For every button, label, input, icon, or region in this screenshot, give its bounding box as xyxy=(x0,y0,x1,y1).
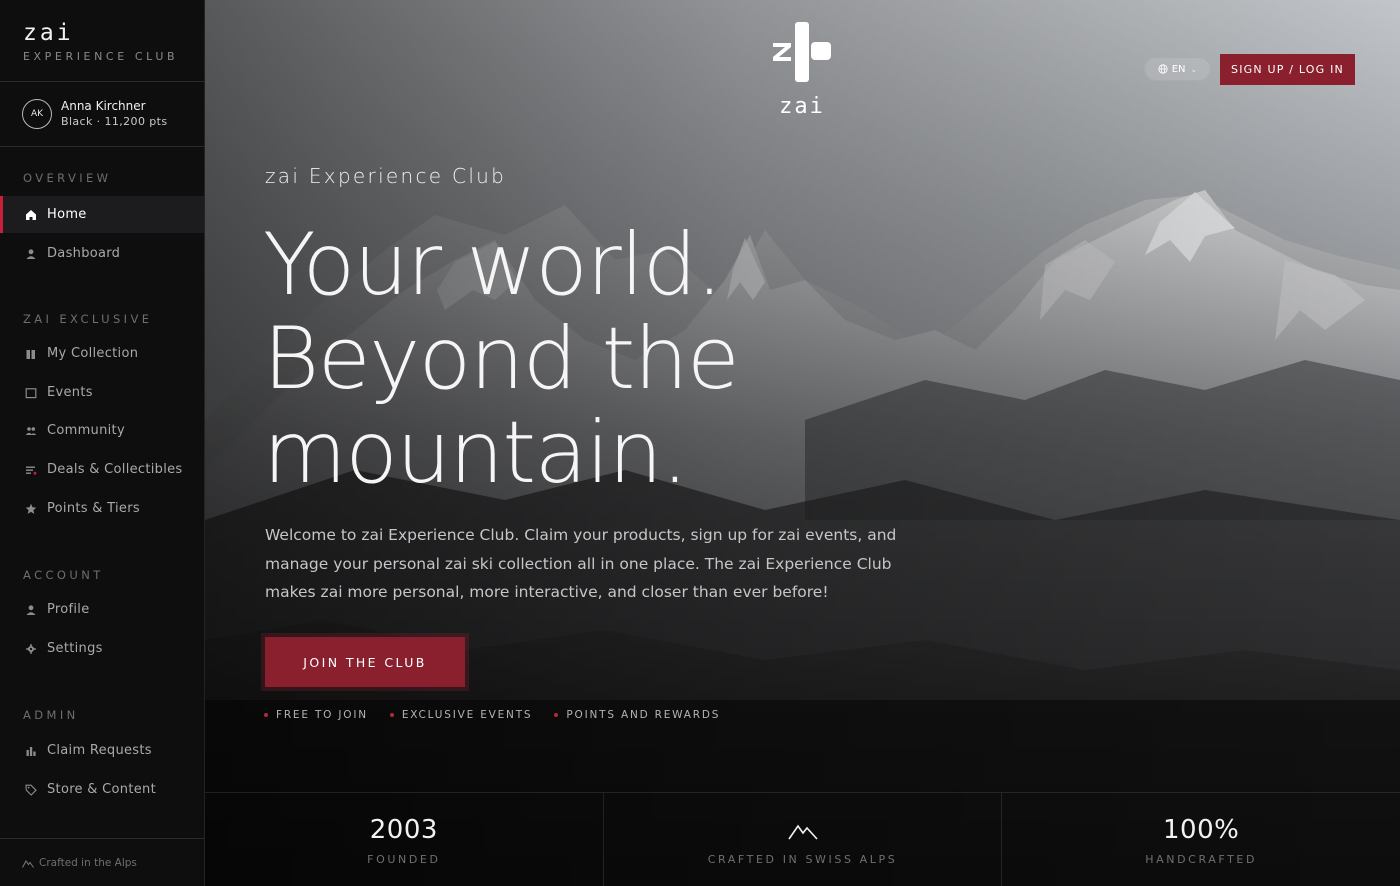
hero-eyebrow: zai Experience Club xyxy=(265,164,507,188)
bar-chart-icon xyxy=(24,744,38,758)
perk-label: EXCLUSIVE EVENTS xyxy=(401,709,533,721)
chevron-down-icon: ⌄ xyxy=(1190,64,1198,74)
sidebar-item-label: Community xyxy=(47,423,125,438)
globe-icon xyxy=(1158,64,1168,74)
sidebar-item-label: Events xyxy=(47,385,93,400)
stat-crafted: CRAFTED IN SWISS ALPS xyxy=(604,793,1003,886)
hero: zai EN ⌄ SIGN UP / LOG IN zai Experience… xyxy=(205,0,1400,886)
bullet-dot xyxy=(389,713,394,717)
headline-line: mountain. xyxy=(263,403,689,503)
sidebar-item-label: Store & Content xyxy=(47,782,156,797)
sidebar-item-deals-collectibles[interactable]: Deals & Collectibles xyxy=(0,451,204,488)
bullet-dot xyxy=(264,713,268,717)
language-selector[interactable]: EN ⌄ xyxy=(1144,57,1211,81)
sidebar-item-points-tiers[interactable]: Points & Tiers xyxy=(0,490,204,527)
sidebar-item-label: Settings xyxy=(47,641,103,656)
community-icon xyxy=(24,424,38,438)
stat-label: FOUNDED xyxy=(367,853,441,866)
zai-logo-mark xyxy=(773,22,831,82)
stat-label: CRAFTED IN SWISS ALPS xyxy=(707,853,898,866)
tag-icon xyxy=(24,783,38,797)
sidebar-item-settings[interactable]: Settings xyxy=(0,630,204,667)
star-icon xyxy=(24,502,38,516)
sidebar-item-my-collection[interactable]: My Collection xyxy=(0,335,204,372)
brand-wordmark: zai xyxy=(23,20,74,46)
deals-icon xyxy=(24,463,38,477)
sidebar-item-label: Deals & Collectibles xyxy=(47,462,183,477)
stat-value: 100% xyxy=(1163,815,1240,845)
footer-text: Crafted in the Alps xyxy=(39,856,137,869)
mountain-icon xyxy=(22,859,34,868)
section-label-overview: OVERVIEW xyxy=(23,171,112,185)
perk-list: FREE TO JOIN EXCLUSIVE EVENTS POINTS AND… xyxy=(264,709,742,721)
stats-bar: 2003 FOUNDED CRAFTED IN SWISS ALPS 100% … xyxy=(205,792,1400,886)
logo-wordmark: zai xyxy=(779,94,825,119)
sidebar-item-label: Claim Requests xyxy=(47,743,152,758)
user-tier-points: Black · 11,200 pts xyxy=(61,115,168,128)
calendar-icon xyxy=(24,386,38,400)
sidebar-footer: Crafted in the Alps xyxy=(0,838,204,886)
perk-label: POINTS AND REWARDS xyxy=(566,709,721,721)
gear-icon xyxy=(24,642,38,656)
stat-value: 2003 xyxy=(369,815,438,845)
sidebar-item-label: Profile xyxy=(47,602,90,617)
perk-item: EXCLUSIVE EVENTS xyxy=(389,709,533,721)
language-label: EN xyxy=(1171,63,1186,75)
stat-founded: 2003 FOUNDED xyxy=(205,793,604,886)
user-name: Anna Kirchner xyxy=(61,99,146,113)
brand-header[interactable]: zai EXPERIENCE CLUB xyxy=(0,0,204,82)
sidebar-item-home[interactable]: Home xyxy=(0,196,204,233)
sidebar-item-label: Home xyxy=(47,207,87,222)
sidebar-item-label: Points & Tiers xyxy=(47,501,140,516)
bullet-dot xyxy=(554,713,559,717)
hero-intro: Welcome to zai Experience Club. Claim yo… xyxy=(265,526,897,601)
sidebar-item-label: Dashboard xyxy=(47,246,121,261)
perk-label: FREE TO JOIN xyxy=(276,709,368,721)
user-card[interactable]: AK Anna Kirchner Black · 11,200 pts xyxy=(0,82,204,147)
brand-subtitle: EXPERIENCE CLUB xyxy=(23,50,179,63)
avatar: AK xyxy=(22,99,52,129)
sign-up-log-in-button[interactable]: SIGN UP / LOG IN xyxy=(1220,54,1355,85)
sidebar: zai EXPERIENCE CLUB AK Anna Kirchner Bla… xyxy=(0,0,205,886)
collection-icon xyxy=(24,347,38,361)
person-icon xyxy=(24,247,38,261)
perk-item: FREE TO JOIN xyxy=(264,709,368,721)
sidebar-item-claim-requests[interactable]: Claim Requests xyxy=(0,732,204,769)
sidebar-item-events[interactable]: Events xyxy=(0,374,204,411)
sidebar-item-label: My Collection xyxy=(47,346,139,361)
sidebar-item-profile[interactable]: Profile xyxy=(0,591,204,628)
perk-item: POINTS AND REWARDS xyxy=(554,709,720,721)
stat-handcrafted: 100% HANDCRAFTED xyxy=(1002,793,1400,886)
mountain-icon xyxy=(787,824,818,840)
home-icon xyxy=(24,208,38,222)
section-label-admin: ADMIN xyxy=(23,708,79,722)
sidebar-item-store-content[interactable]: Store & Content xyxy=(0,771,204,808)
headline-line: Your world. xyxy=(263,215,723,315)
sidebar-item-dashboard[interactable]: Dashboard xyxy=(0,235,204,272)
hero-headline: Your world. Beyond the mountain. xyxy=(263,218,963,500)
sidebar-item-community[interactable]: Community xyxy=(0,412,204,449)
headline-line: Beyond the xyxy=(263,309,740,409)
stat-label: HANDCRAFTED xyxy=(1145,853,1258,866)
section-label-account: ACCOUNT xyxy=(23,568,104,582)
join-the-club-button[interactable]: JOIN THE CLUB xyxy=(265,637,465,687)
section-label-zai-exclusive: ZAI EXCLUSIVE xyxy=(23,312,153,326)
zai-logo[interactable]: zai xyxy=(771,22,833,119)
person-icon xyxy=(24,603,38,617)
